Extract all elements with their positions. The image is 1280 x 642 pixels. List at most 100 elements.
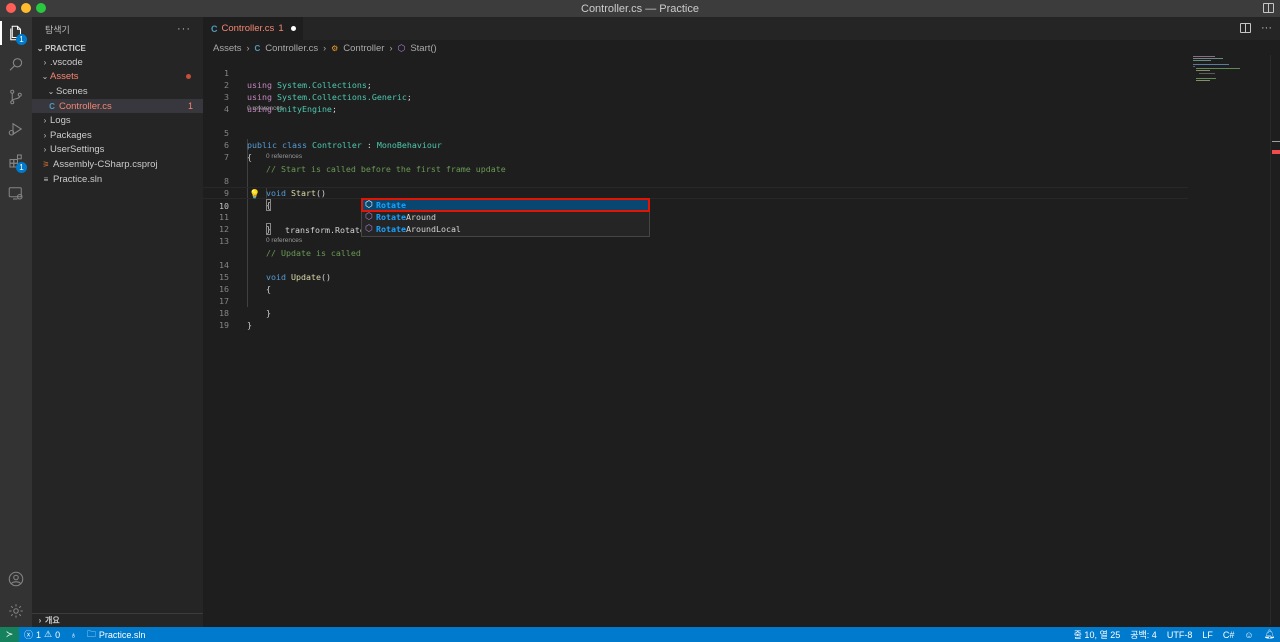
tree-item-label: Logs: [50, 115, 71, 127]
method-icon: ⬡: [397, 42, 406, 53]
code-line: 12: [203, 211, 1188, 234]
run-debug-activity-button[interactable]: [0, 113, 32, 145]
code-editor[interactable]: 1 using System.Collections; 2 using Syst…: [203, 55, 1188, 625]
tree-item-csproj[interactable]: ⚞ Assembly-CSharp.csproj: [32, 157, 203, 172]
chevron-right-icon: ›: [323, 43, 327, 53]
editor-tabs: C Controller.cs 1 ···: [203, 17, 1280, 40]
indentation-status[interactable]: 공백: 4: [1125, 627, 1162, 642]
breadcrumb: Assets › C Controller.cs › ⚙ Controller …: [213, 42, 437, 54]
suggestion-item-rotatearound[interactable]: ⬡ Rotate Around: [362, 211, 649, 223]
vertical-scrollbar[interactable]: [1270, 55, 1280, 625]
minimize-window-button[interactable]: [21, 3, 31, 13]
folder-icon: 🗀: [86, 628, 96, 639]
minimap-line: [1193, 66, 1195, 67]
tree-item-packages[interactable]: › Packages: [32, 128, 203, 143]
encoding-status[interactable]: UTF-8: [1162, 627, 1198, 642]
problems-status[interactable]: ⓧ 1 ⚠ 0: [19, 627, 65, 642]
code-line: 5 public class Controller : MonoBehaviou…: [203, 115, 1188, 150]
tree-item-label: .vscode: [50, 56, 83, 68]
codelens-references[interactable]: 0 references: [266, 236, 302, 246]
maximize-window-button[interactable]: [36, 3, 46, 13]
extensions-activity-button[interactable]: 1: [0, 145, 32, 177]
suggestion-rest: AroundLocal: [405, 224, 461, 234]
minimap-line: [1193, 56, 1215, 57]
lines-icon: ≡: [43, 174, 49, 184]
close-window-button[interactable]: [6, 3, 16, 13]
tree-item-assets[interactable]: ⌄ Assets: [32, 70, 203, 85]
tree-item-sln[interactable]: ≡ Practice.sln: [32, 172, 203, 187]
remote-explorer-icon: [8, 187, 23, 200]
source-control-activity-button[interactable]: [0, 81, 32, 113]
solution-status[interactable]: 🗀 Practice.sln: [82, 627, 151, 642]
codelens-references[interactable]: 0 references: [247, 104, 283, 114]
brace: {: [247, 152, 252, 162]
tree-item-label: Assembly-CSharp.csproj: [53, 158, 158, 170]
cursor-position[interactable]: 줄 10, 열 25: [1069, 627, 1126, 642]
tree-item-controller-cs[interactable]: C Controller.cs 1: [32, 98, 203, 114]
codelens-references[interactable]: 0 references: [266, 152, 302, 162]
code-line: 17 }: [203, 283, 1188, 318]
tree-item-scenes[interactable]: ⌄ Scenes: [32, 84, 203, 99]
eol-status[interactable]: LF: [1197, 627, 1218, 642]
code-line: 18 }: [203, 295, 1188, 330]
chevron-right-icon: ›: [43, 57, 47, 67]
code-line: 7 // Start is called before the first fr…: [203, 139, 1188, 174]
layout-toggle-icon[interactable]: [1263, 3, 1274, 13]
suggestion-match: Rotate: [376, 212, 406, 222]
line-number: 13: [219, 236, 229, 246]
status-bar: ≻ ⓧ 1 ⚠ 0 ♁ 🗀 Practice.sln 줄 10, 열 25 공백…: [0, 627, 1280, 642]
class-icon: ⚙: [331, 43, 339, 53]
outline-section[interactable]: › 개요: [32, 613, 203, 627]
manage-activity-button[interactable]: [0, 595, 32, 627]
suggestion-item-rotatearoundlocal[interactable]: ⬡ Rotate AroundLocal: [362, 223, 649, 235]
feedback-icon[interactable]: ☺: [1239, 627, 1258, 642]
omnisharp-status[interactable]: ♁: [65, 627, 82, 642]
tree-item-usersettings[interactable]: › UserSettings: [32, 143, 203, 158]
tab-controller-cs[interactable]: C Controller.cs 1: [203, 17, 303, 40]
minimap[interactable]: [1190, 55, 1270, 625]
workspace-section[interactable]: ⌄ PRACTICE: [32, 41, 203, 55]
more-actions-icon[interactable]: ···: [1261, 22, 1272, 34]
explorer-activity-button[interactable]: 1: [0, 17, 32, 49]
line-number: 4: [224, 104, 229, 114]
search-activity-button[interactable]: [0, 49, 32, 81]
workspace-title: PRACTICE: [45, 43, 86, 53]
code-line: 3 using UnityEngine;: [203, 79, 1188, 114]
tree-item-logs[interactable]: › Logs: [32, 113, 203, 128]
more-actions-icon[interactable]: ···: [177, 23, 191, 35]
split-editor-icon[interactable]: [1240, 23, 1251, 33]
file-tree: › .vscode ⌄ Assets ⌄ Scenes C Controller…: [32, 55, 203, 186]
breadcrumb-item-method[interactable]: Start(): [410, 43, 436, 54]
csharp-file-icon: C: [49, 101, 55, 111]
breadcrumb-item-file[interactable]: Controller.cs: [265, 43, 318, 54]
title-bar: Controller.cs — Practice: [0, 0, 1280, 17]
code-line: 13 // Update is called: [203, 223, 1188, 258]
window-controls: [6, 3, 46, 13]
suggestion-item-rotate[interactable]: ⬡ Rotate: [361, 198, 650, 212]
chevron-down-icon: ⌄: [36, 43, 44, 53]
accounts-activity-button[interactable]: [0, 563, 32, 595]
code-line: 1 using System.Collections;: [203, 55, 1188, 90]
error-icon: ⓧ: [24, 630, 34, 640]
remote-explorer-activity-button[interactable]: [0, 177, 32, 209]
breadcrumb-item-class[interactable]: Controller: [343, 43, 384, 54]
scrollbar-cursor-marker: [1272, 141, 1280, 142]
brace: }: [247, 320, 252, 330]
unsaved-dot-icon[interactable]: [290, 26, 296, 31]
outline-title: 개요: [45, 616, 60, 625]
language-mode[interactable]: C#: [1218, 627, 1240, 642]
suggestion-list: ⬡ Rotate ⬡ Rotate Around ⬡ Rotate AroundLo…: [361, 198, 650, 237]
chevron-right-icon: ›: [246, 43, 250, 53]
gear-icon: [9, 604, 23, 618]
rss-icon: ⚞: [42, 159, 50, 169]
scrollbar-error-marker: [1272, 150, 1280, 154]
remote-indicator-icon[interactable]: ≻: [0, 627, 19, 642]
chevron-right-icon: ›: [43, 145, 47, 155]
code-line-current: 10 💡 transform.Rotate: [203, 187, 1188, 235]
tree-item-vscode[interactable]: › .vscode: [32, 55, 203, 70]
punctuation: ;: [331, 104, 337, 114]
code-line: 14 void Update(): [203, 247, 1188, 282]
csharp-file-icon: C: [211, 23, 218, 34]
breadcrumb-item-assets[interactable]: Assets: [213, 43, 242, 54]
bell-icon[interactable]: 🔔︎: [1259, 627, 1280, 642]
